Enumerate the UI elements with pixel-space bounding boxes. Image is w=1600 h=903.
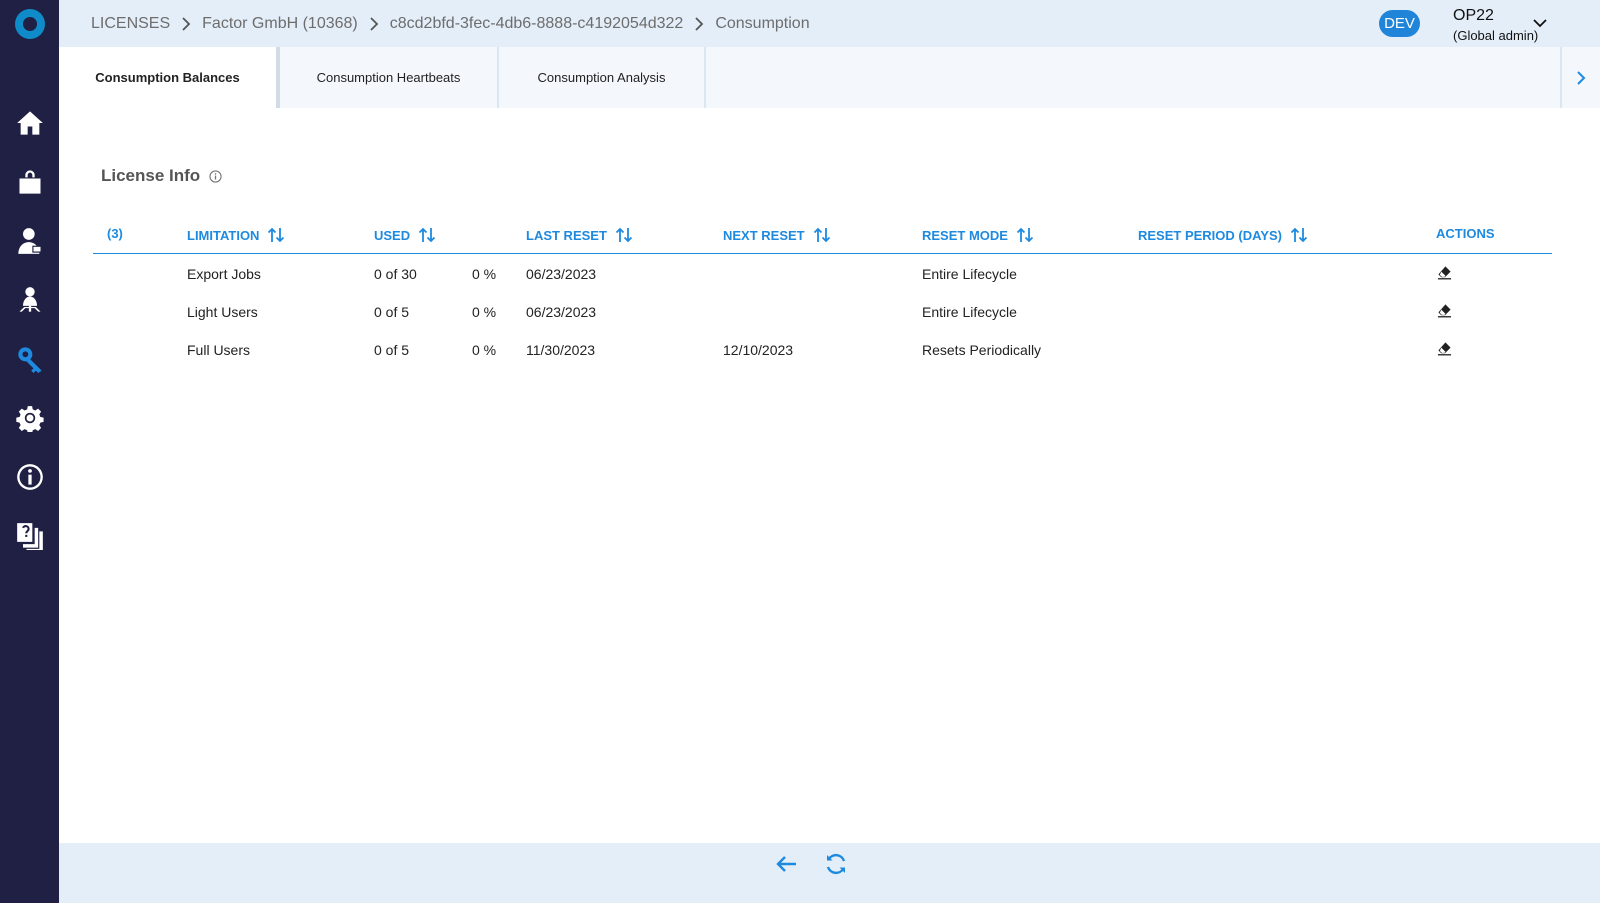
shopping-bag-icon bbox=[19, 170, 41, 194]
column-header-reset-mode[interactable]: RESET MODE bbox=[922, 226, 1034, 244]
tab-consumption-balances[interactable]: Consumption Balances bbox=[59, 47, 280, 108]
chevron-right-icon bbox=[358, 16, 390, 31]
cell-reset-mode: Entire Lifecycle bbox=[922, 304, 1017, 320]
tab-scroll-right-button[interactable] bbox=[1560, 47, 1600, 108]
documents-icon bbox=[17, 523, 43, 550]
cell-next-reset: 12/10/2023 bbox=[723, 342, 794, 358]
user-admin-icon bbox=[18, 228, 42, 254]
footer-bar bbox=[59, 843, 1600, 903]
eraser-icon[interactable] bbox=[1437, 265, 1452, 280]
sidebar-item-hierarchy[interactable] bbox=[10, 280, 50, 320]
table-row: Full Users 0 of 5 0 % 11/30/2023 12/10/2… bbox=[93, 330, 1552, 368]
cell-last-reset: 06/23/2023 bbox=[526, 304, 597, 320]
cell-limitation: Export Jobs bbox=[187, 266, 261, 282]
top-header: LICENSES Factor GmbH (10368) c8cd2bfd-3f… bbox=[59, 0, 1600, 47]
user-hierarchy-icon bbox=[19, 287, 41, 312]
home-icon bbox=[17, 111, 43, 135]
sidebar-item-licenses[interactable] bbox=[10, 339, 50, 379]
column-header-label: USED bbox=[374, 227, 411, 243]
cell-limitation: Full Users bbox=[187, 342, 251, 358]
column-header-used[interactable]: USED bbox=[374, 226, 436, 244]
column-header-next-reset[interactable]: NEXT RESET bbox=[723, 226, 831, 244]
cell-used: 0 of 5 bbox=[374, 342, 410, 358]
sidebar-item-home[interactable] bbox=[10, 103, 50, 143]
info-icon bbox=[17, 464, 43, 490]
column-header-label: NEXT RESET bbox=[723, 227, 805, 243]
cell-percent: 0 % bbox=[472, 304, 497, 320]
cell-percent: 0 % bbox=[472, 266, 497, 282]
sort-icon bbox=[1016, 227, 1034, 243]
cell-percent: 0 % bbox=[472, 342, 497, 358]
eraser-icon[interactable] bbox=[1437, 303, 1452, 318]
sort-icon bbox=[1290, 227, 1308, 243]
environment-badge: DEV bbox=[1379, 10, 1420, 37]
column-header-last-reset[interactable]: LAST RESET bbox=[526, 226, 633, 244]
user-role: (Global admin) bbox=[1453, 28, 1539, 43]
chevron-right-icon bbox=[1577, 70, 1586, 85]
cell-reset-mode: Entire Lifecycle bbox=[922, 266, 1017, 282]
table-row: Export Jobs 0 of 30 0 % 06/23/2023 Entir… bbox=[93, 254, 1552, 292]
refresh-icon[interactable] bbox=[824, 852, 848, 876]
chevron-right-icon bbox=[170, 16, 202, 31]
breadcrumb: LICENSES Factor GmbH (10368) c8cd2bfd-3f… bbox=[91, 0, 810, 47]
column-header-label: RESET MODE bbox=[922, 227, 1008, 243]
gear-icon bbox=[16, 406, 44, 432]
tab-consumption-heartbeats[interactable]: Consumption Heartbeats bbox=[280, 47, 499, 108]
info-icon[interactable] bbox=[209, 169, 222, 183]
chevron-down-icon[interactable] bbox=[1533, 18, 1547, 28]
column-header-label: RESET PERIOD (DAYS) bbox=[1138, 227, 1282, 243]
section-title: License Info bbox=[101, 166, 222, 186]
column-header-actions: ACTIONS bbox=[1436, 226, 1495, 241]
app-logo[interactable] bbox=[15, 9, 45, 39]
eraser-icon[interactable] bbox=[1437, 341, 1452, 356]
breadcrumb-license-id[interactable]: c8cd2bfd-3fec-4db6-8888-c4192054d322 bbox=[390, 15, 684, 33]
sort-icon bbox=[418, 227, 436, 243]
table-row: Light Users 0 of 5 0 % 06/23/2023 Entire… bbox=[93, 292, 1552, 330]
row-count: (3) bbox=[107, 226, 123, 241]
sort-icon bbox=[268, 227, 285, 243]
cell-used: 0 of 30 bbox=[374, 266, 417, 282]
cell-last-reset: 11/30/2023 bbox=[526, 342, 596, 358]
sort-icon bbox=[615, 227, 633, 243]
cell-reset-mode: Resets Periodically bbox=[922, 342, 1042, 358]
cell-last-reset: 06/23/2023 bbox=[526, 266, 597, 282]
sidebar-item-users[interactable] bbox=[10, 221, 50, 261]
column-header-label: LAST RESET bbox=[526, 227, 607, 243]
license-info-table: (3) LIMITATION USED LAST RESET NEXT RESE… bbox=[93, 213, 1552, 368]
column-header-label: LIMITATION bbox=[187, 227, 260, 243]
breadcrumb-customer[interactable]: Factor GmbH (10368) bbox=[202, 15, 358, 33]
key-icon bbox=[18, 347, 42, 373]
column-header-reset-period[interactable]: RESET PERIOD (DAYS) bbox=[1138, 226, 1308, 244]
sidebar-item-info[interactable] bbox=[10, 457, 50, 497]
cell-limitation: Light Users bbox=[187, 304, 258, 320]
user-name: OP22 bbox=[1453, 7, 1494, 24]
back-arrow-icon[interactable] bbox=[775, 852, 799, 876]
sort-icon bbox=[813, 227, 830, 243]
chevron-right-icon bbox=[683, 16, 715, 31]
column-header-limitation[interactable]: LIMITATION bbox=[187, 226, 285, 244]
sidebar-item-shop[interactable] bbox=[10, 162, 50, 202]
tab-bar: Consumption Balances Consumption Heartbe… bbox=[59, 47, 1600, 108]
table-header: (3) LIMITATION USED LAST RESET NEXT RESE… bbox=[93, 213, 1552, 254]
sidebar-item-documents[interactable] bbox=[10, 516, 50, 556]
breadcrumb-current: Consumption bbox=[715, 14, 810, 32]
sidebar-item-settings[interactable] bbox=[10, 398, 50, 438]
section-title-text: License Info bbox=[101, 166, 201, 185]
sidebar bbox=[0, 0, 59, 903]
user-menu[interactable]: OP22 (Global admin) bbox=[1453, 6, 1538, 44]
tab-consumption-analysis[interactable]: Consumption Analysis bbox=[499, 47, 706, 108]
breadcrumb-licenses[interactable]: LICENSES bbox=[91, 15, 170, 33]
cell-used: 0 of 5 bbox=[374, 304, 410, 320]
